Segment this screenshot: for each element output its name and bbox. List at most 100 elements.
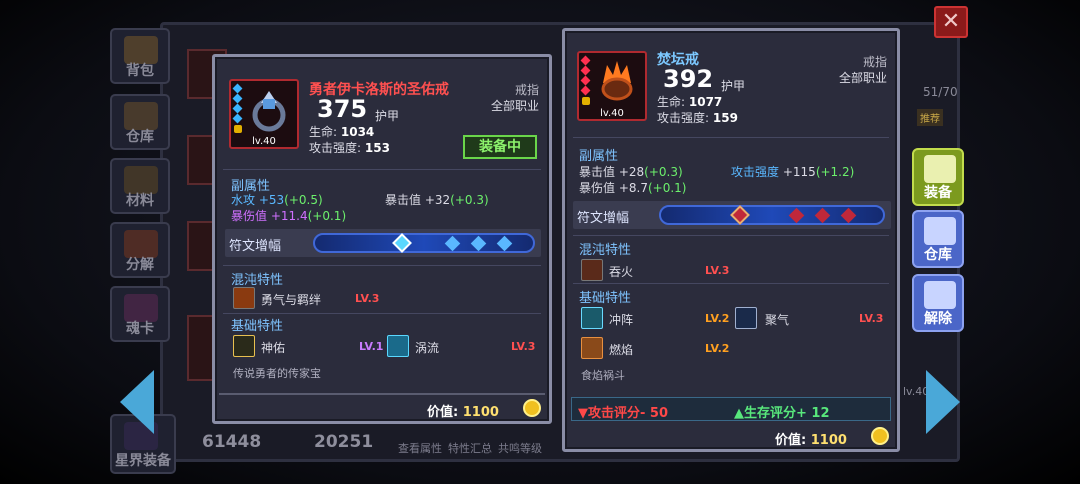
rune-gem-icon bbox=[496, 235, 513, 252]
bottom-value-1: 61448 bbox=[202, 432, 262, 452]
divider bbox=[573, 283, 889, 284]
sub-stat: 暴伤值 +8.7(+0.1) bbox=[579, 181, 687, 195]
basic-traits-title: 基础特性 bbox=[231, 319, 284, 334]
trait-name: 勇气与羁绊 bbox=[261, 293, 322, 307]
vortex-icon[interactable] bbox=[387, 335, 409, 357]
item-slot-type: 戒指 bbox=[514, 83, 539, 97]
atk-label: 攻击强度: bbox=[309, 141, 362, 155]
divider bbox=[223, 169, 541, 170]
resonance-level-button[interactable]: 共鸣等级 bbox=[498, 440, 542, 456]
menu-label: 仓库 bbox=[126, 129, 154, 145]
ring-icon bbox=[252, 91, 286, 132]
atk-label: 攻击强度: bbox=[657, 111, 710, 125]
divider bbox=[573, 235, 889, 236]
hp-label: 生命: bbox=[657, 95, 686, 109]
inventory-counter: 51/70 bbox=[923, 85, 958, 99]
menu-salvage[interactable]: 分解 bbox=[110, 222, 170, 278]
divider bbox=[573, 137, 889, 138]
unequip-button[interactable]: 解除 bbox=[912, 274, 964, 332]
trait-name: 神佑 bbox=[261, 341, 286, 355]
item-description: 食焰祸斗 bbox=[581, 369, 625, 382]
rune-gem-icon bbox=[470, 235, 487, 252]
store-button[interactable]: 仓库 bbox=[912, 210, 964, 268]
price-label: 价值: bbox=[775, 433, 807, 448]
prev-arrow-icon[interactable] bbox=[120, 370, 154, 434]
menu-label: 背包 bbox=[126, 63, 154, 79]
rune-gem-icon bbox=[392, 233, 412, 253]
price-value: 1100 bbox=[462, 405, 499, 420]
menu-label: 分解 bbox=[126, 257, 154, 273]
trait-name: 聚气 bbox=[765, 313, 790, 327]
trait-level: LV.3 bbox=[705, 264, 730, 277]
basic-traits-title: 基础特性 bbox=[579, 291, 632, 306]
trait-level: LV.1 bbox=[359, 340, 384, 353]
fire-eater-icon[interactable] bbox=[581, 259, 603, 281]
item-description: 传说勇者的传家宝 bbox=[233, 367, 321, 380]
trait-level: LV.2 bbox=[705, 342, 730, 355]
fire-ring-icon bbox=[601, 61, 633, 101]
rune-bar[interactable] bbox=[313, 233, 535, 253]
item-icon: lv.40 bbox=[577, 51, 647, 121]
coin-icon bbox=[871, 427, 889, 445]
trait-level: LV.3 bbox=[859, 312, 884, 325]
menu-soul-card[interactable]: 魂卡 bbox=[110, 286, 170, 342]
trait-summary-button[interactable]: 特性汇总 bbox=[448, 440, 492, 456]
sub-stat: 暴击值 +28(+0.3) bbox=[579, 165, 683, 179]
rune-boost-row: 符文增幅 bbox=[225, 229, 541, 257]
item-slot-type: 戒指 bbox=[862, 55, 887, 69]
compare-item-panel: lv.40 焚坛戒 392 护甲 生命: 1077 攻击强度: 159 戒指 全… bbox=[562, 28, 900, 452]
close-button[interactable]: ✕ bbox=[934, 6, 968, 38]
game-screen: 51/70 推荐 lv.40 背包 仓库 材料 分解 魂卡 星界装备 61448… bbox=[0, 0, 1080, 484]
price-value: 1100 bbox=[810, 433, 847, 448]
price-label: 价值: bbox=[427, 405, 459, 420]
equip-button[interactable]: 装备 bbox=[912, 148, 964, 206]
trait-name: 燃焰 bbox=[609, 343, 634, 357]
hp-value: 1034 bbox=[340, 125, 375, 139]
rune-gem-icon bbox=[788, 207, 805, 224]
trait-name: 吞火 bbox=[609, 265, 634, 279]
atk-value: 159 bbox=[712, 111, 738, 125]
equip-label: 装备 bbox=[924, 185, 952, 201]
warehouse-icon bbox=[924, 217, 956, 245]
item-job: 全部职业 bbox=[838, 71, 887, 85]
store-label: 仓库 bbox=[924, 247, 952, 263]
item-score: 392 bbox=[663, 65, 714, 93]
trait-level: LV.3 bbox=[355, 292, 380, 305]
atk-value: 153 bbox=[364, 141, 390, 155]
menu-label: 星界装备 bbox=[115, 453, 171, 469]
chaos-traits-title: 混沌特性 bbox=[579, 243, 632, 258]
divider bbox=[223, 313, 541, 314]
gather-qi-icon[interactable] bbox=[735, 307, 757, 329]
gem-slots bbox=[580, 55, 591, 97]
rune-gem-icon bbox=[730, 205, 750, 225]
sub-stat: 暴伤值 +11.4(+0.1) bbox=[231, 209, 347, 223]
score-type: 护甲 bbox=[721, 79, 746, 93]
attack-score-delta: ▼攻击评分- 50 bbox=[578, 406, 669, 421]
menu-warehouse[interactable]: 仓库 bbox=[110, 94, 170, 150]
item-level: lv.40 bbox=[600, 108, 624, 119]
sub-stat: 暴击值 +32(+0.3) bbox=[385, 193, 489, 207]
equipped-item-panel: lv.40 勇者伊卡洛斯的圣佑戒 375 护甲 生命: 1034 攻击强度: 1… bbox=[212, 54, 552, 424]
equipped-badge: 装备中 bbox=[463, 135, 537, 159]
charge-icon[interactable] bbox=[581, 307, 603, 329]
menu-bag[interactable]: 背包 bbox=[110, 28, 170, 84]
next-arrow-icon[interactable] bbox=[926, 370, 960, 434]
score-comparison: ▼攻击评分- 50 ▲生存评分+ 12 bbox=[571, 397, 891, 421]
rune-bar[interactable] bbox=[659, 205, 885, 225]
divider bbox=[219, 393, 545, 395]
menu-materials[interactable]: 材料 bbox=[110, 158, 170, 214]
recommend-tag: 推荐 bbox=[917, 109, 943, 126]
lock-icon bbox=[234, 125, 242, 133]
item-icon: lv.40 bbox=[229, 79, 299, 149]
blaze-icon[interactable] bbox=[581, 337, 603, 359]
sub-stats-title: 副属性 bbox=[579, 149, 619, 164]
view-attributes-button[interactable]: 查看属性 bbox=[398, 440, 442, 456]
menu-label: 材料 bbox=[126, 193, 154, 209]
lock-icon bbox=[582, 97, 590, 105]
gem-slots bbox=[232, 83, 243, 125]
unequip-label: 解除 bbox=[924, 311, 952, 327]
survival-score-delta: ▲生存评分+ 12 bbox=[734, 406, 830, 421]
item-job: 全部职业 bbox=[490, 99, 539, 113]
flame-icon[interactable] bbox=[233, 287, 255, 309]
holy-cross-icon[interactable] bbox=[233, 335, 255, 357]
